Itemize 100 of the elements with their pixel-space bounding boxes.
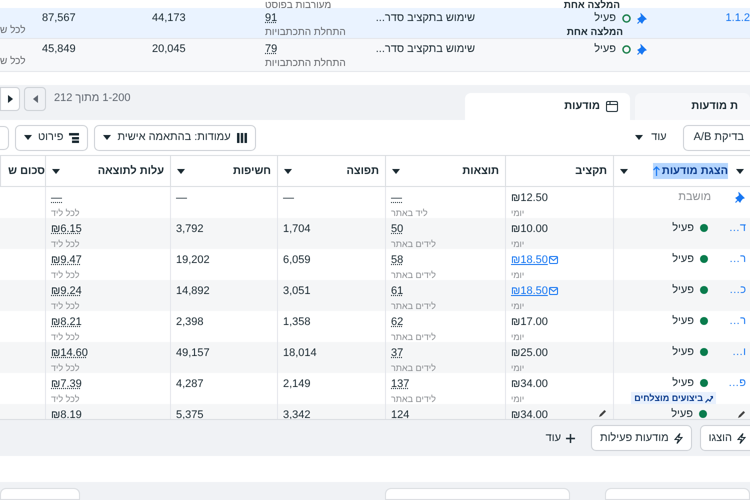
caret-icon[interactable] (284, 168, 292, 174)
lightning-icon (737, 432, 746, 444)
budget-text: ₪25.00 (511, 346, 548, 361)
status-text: פעיל (672, 376, 694, 391)
results-link[interactable]: 91 (265, 12, 278, 25)
recommendation-text: המלצה אחת (566, 26, 623, 38)
status-circle-icon (622, 45, 631, 54)
table-cell: — (176, 192, 187, 204)
ad-name-link[interactable]: פ… (724, 374, 746, 392)
table-cell: 2,149 (283, 378, 311, 390)
result-type-text: לידים באתר (391, 362, 436, 373)
cost-link[interactable]: ₪6.15 (51, 221, 82, 238)
table-cell: 87,567 (42, 12, 76, 24)
caret-icon[interactable] (736, 168, 744, 174)
budget-text: ₪12.50 (511, 191, 548, 206)
columns-button[interactable]: עמודות: בהתאמה אישית (94, 124, 256, 150)
caret-icon[interactable] (52, 168, 60, 174)
table-cell: לכל ש (0, 56, 26, 67)
column-header[interactable]: חשיפות (170, 156, 277, 186)
breakdown-button[interactable]: פירוט (15, 124, 88, 150)
tab[interactable]: מודעות (465, 93, 630, 120)
ad-name-link[interactable]: ד… (724, 220, 746, 236)
column-header[interactable]: הצגת מודעות (613, 156, 750, 186)
ad-name-link[interactable]: ו… (724, 344, 746, 360)
status-text: פעיל (594, 43, 616, 56)
ad-name-link[interactable]: ר… (724, 250, 746, 268)
cost-unit-text: לכל ליד (51, 268, 80, 280)
results-link[interactable]: 58 (391, 252, 404, 268)
period-text: יומי (511, 238, 524, 249)
performance-badge: ביצועים מוצלחים (631, 392, 716, 404)
next-page-button[interactable] (0, 86, 20, 110)
result-type-text: לידים באתר (391, 392, 436, 404)
period-text: יומי (511, 362, 524, 373)
cost-link[interactable]: ₪8.21 (51, 314, 82, 330)
table-cell: 14,892 (176, 285, 210, 297)
more-button[interactable]: עוד (629, 124, 673, 150)
column-header[interactable]: עלות לתוצאה (45, 156, 170, 186)
pencil-icon (598, 409, 607, 418)
budget-text: ₪34.00 (511, 408, 548, 419)
period-text: יומי (511, 392, 524, 404)
table-cell: 45,849 (42, 43, 76, 55)
breakdown-icon (69, 132, 80, 142)
cost-unit-text: לכל ליד (51, 362, 80, 373)
column-header[interactable]: תוצאות (385, 156, 505, 186)
table-cell: 3,792 (176, 223, 204, 235)
results-link[interactable]: 124 (391, 407, 410, 419)
results-link[interactable]: 62 (391, 314, 404, 330)
status-text: פעיל (672, 220, 694, 236)
cost-link[interactable]: ₪9.24 (51, 283, 82, 300)
previous-icon (32, 94, 38, 102)
trend-icon (705, 394, 713, 403)
column-header[interactable]: תקציב (505, 156, 613, 186)
budget-text: ₪34.00 (511, 377, 548, 392)
next-icon (8, 94, 12, 102)
table-cell: 18,014 (283, 347, 317, 359)
ab-test-button[interactable]: בדיקת A/B (682, 124, 750, 150)
cost-link[interactable]: ₪9.47 (51, 252, 82, 268)
results-link[interactable]: 61 (391, 283, 404, 300)
status-text: פעיל (594, 12, 616, 25)
cost-unit-text: לכל ליד (51, 206, 80, 218)
results-link[interactable]: — (391, 190, 402, 206)
filter-button[interactable]: הוצגו (700, 425, 750, 451)
status-circle-icon (622, 14, 631, 23)
more-button[interactable]: עוד (538, 425, 583, 451)
cost-link[interactable]: ₪7.39 (51, 376, 82, 392)
filter-button[interactable]: מודעות פעילות (590, 425, 692, 451)
previous-page-button[interactable] (24, 86, 46, 110)
table-cell: 19,202 (176, 254, 210, 266)
column-header[interactable]: תפוצה (277, 156, 385, 186)
cost-unit-text: לכל ליד (51, 238, 80, 249)
pagination-text: 1-200 מתוך 212 (54, 91, 131, 106)
cost-unit-text: לכל ליד (51, 300, 80, 311)
cost-link[interactable]: ₪8.19 (51, 407, 82, 419)
ad-name-link[interactable]: ר… (724, 312, 746, 330)
status-text: מושבת (678, 190, 711, 205)
caret-icon[interactable] (177, 168, 185, 174)
result-type-text: לידים באתר (391, 238, 436, 249)
result-type-text: לידים באתר (391, 330, 436, 342)
period-text: יומי (511, 330, 524, 342)
cost-link[interactable]: — (51, 190, 62, 206)
caret-icon[interactable] (392, 168, 400, 174)
recommendation-text: המלצה אחת (564, 0, 620, 8)
status-text: פעיל (672, 252, 694, 267)
tab[interactable]: ת מודעות (635, 93, 750, 120)
results-link[interactable]: 137 (391, 376, 410, 392)
table-cell: 20,045 (152, 43, 186, 55)
results-link[interactable]: 37 (391, 345, 404, 362)
link[interactable]: 1.1.2 (726, 12, 750, 24)
cost-unit-text: לכל ליד (51, 392, 80, 404)
status-text: פעיל (672, 344, 694, 360)
results-link[interactable]: 50 (391, 221, 404, 238)
budget-text: שימוש בתקציב סדר... (376, 12, 475, 24)
budget-link[interactable]: ₪18.50 (511, 283, 558, 300)
caret-icon[interactable] (620, 168, 628, 174)
column-header[interactable]: סכום ש (0, 156, 45, 186)
window-icon (606, 101, 618, 112)
budget-link[interactable]: ₪18.50 (511, 252, 558, 268)
results-link[interactable]: 79 (265, 43, 278, 56)
cost-link[interactable]: ₪14.60 (51, 345, 88, 362)
ad-name-link[interactable]: כ… (724, 282, 746, 298)
